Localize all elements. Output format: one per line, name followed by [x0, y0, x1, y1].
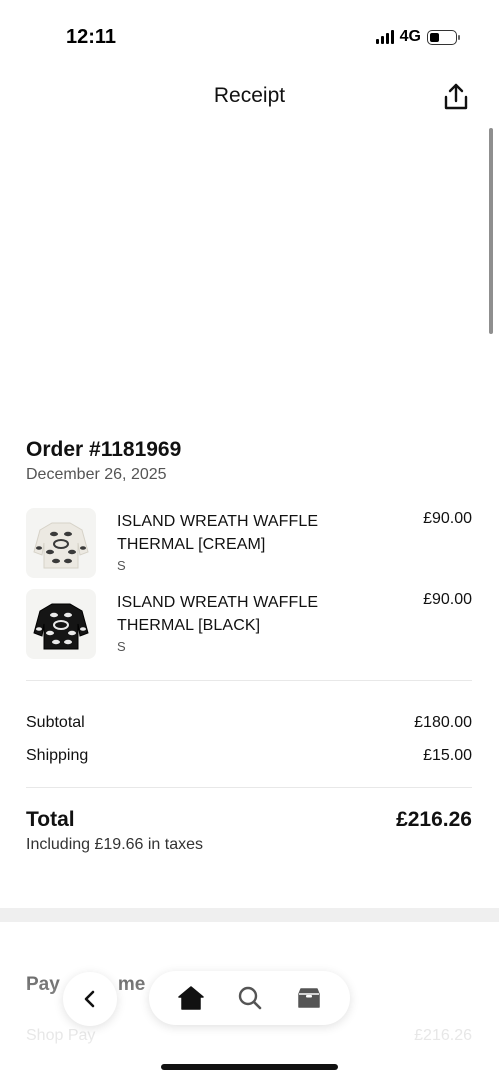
home-indicator[interactable] — [161, 1064, 338, 1070]
subtotal-value: £180.00 — [414, 714, 472, 731]
total-label: Total — [26, 808, 75, 831]
bottom-tab-bar — [149, 971, 350, 1025]
item-variant: S — [117, 639, 126, 654]
battery-icon — [427, 29, 460, 45]
share-icon[interactable] — [443, 82, 469, 112]
product-image — [26, 589, 96, 659]
payment-amount: £216.26 — [414, 1027, 472, 1044]
section-separator — [0, 908, 499, 922]
tax-note: Including £19.66 in taxes — [26, 836, 204, 853]
back-button[interactable] — [63, 972, 117, 1026]
page-title: Receipt — [213, 84, 286, 107]
line-item[interactable]: ISLAND WREATH WAFFLE THERMAL [BLACK] S £… — [26, 589, 472, 661]
item-name: ISLAND WREATH WAFFLE THERMAL [BLACK] — [117, 594, 319, 634]
chevron-left-icon — [84, 990, 95, 1008]
signal-icon — [375, 30, 394, 44]
network-type: 4G — [399, 28, 421, 45]
status-time: 12:11 — [66, 26, 117, 48]
order-number: Order #1181969 — [26, 438, 182, 461]
status-bar: 12:11 4G — [0, 0, 499, 74]
item-variant: S — [117, 558, 126, 573]
subtotal-label: Subtotal — [26, 714, 85, 731]
divider — [26, 680, 472, 681]
home-icon[interactable] — [174, 981, 208, 1015]
item-price: £90.00 — [423, 510, 472, 527]
payment-title-start: Pay — [26, 974, 60, 995]
scrollbar[interactable] — [489, 128, 493, 334]
search-icon[interactable] — [233, 981, 267, 1015]
product-image — [26, 508, 96, 578]
orders-box-icon[interactable] — [292, 981, 326, 1015]
item-name: ISLAND WREATH WAFFLE THERMAL [CREAM] — [117, 513, 319, 553]
status-indicators: 4G — [375, 28, 460, 46]
line-item[interactable]: ISLAND WREATH WAFFLE THERMAL [CREAM] S £… — [26, 508, 472, 580]
payment-title-end: me — [117, 974, 146, 995]
total-value: £216.26 — [396, 808, 472, 831]
divider — [26, 787, 472, 788]
order-date: December 26, 2025 — [26, 466, 167, 483]
shipping-label: Shipping — [26, 747, 89, 764]
payment-method: Shop Pay — [26, 1027, 96, 1044]
item-price: £90.00 — [423, 591, 472, 608]
shipping-value: £15.00 — [423, 747, 472, 764]
